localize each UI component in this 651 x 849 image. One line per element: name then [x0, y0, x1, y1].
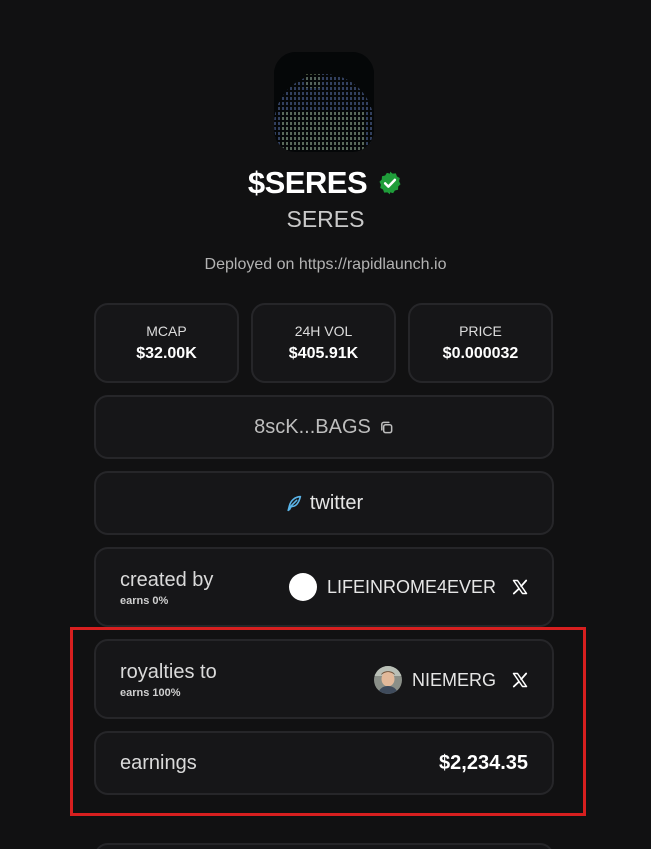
- stat-label: MCAP: [146, 323, 187, 339]
- feather-icon: [287, 495, 302, 511]
- contract-address: 8scK...BAGS: [254, 415, 371, 438]
- stat-value: $0.000032: [442, 345, 519, 362]
- royalties-username[interactable]: NIEMERG: [412, 670, 496, 691]
- royalties-label: royalties to: [120, 661, 217, 683]
- copy-icon[interactable]: [379, 420, 394, 435]
- token-ticker: $SERES: [247, 165, 368, 200]
- twitter-label: twitter: [309, 491, 364, 514]
- token-name: SERES: [286, 206, 365, 232]
- earnings-label: earnings: [120, 752, 197, 774]
- twitter-link[interactable]: twitter: [94, 471, 554, 535]
- verified-check-icon: [379, 171, 401, 195]
- royalties-profile-link[interactable]: NIEMERG: [373, 666, 528, 694]
- royalties-avatar: [373, 666, 402, 694]
- title-row: $SERES: [0, 164, 651, 202]
- token-page: $SERES SERES Deployed on https://rapidla…: [0, 0, 651, 849]
- earnings-amount: $2,234.35: [439, 752, 528, 774]
- stat-price: PRICE $0.000032: [408, 303, 553, 383]
- next-card: [94, 843, 554, 849]
- creator-profile-link[interactable]: LIFEINROME4EVER: [288, 573, 528, 601]
- stat-value: $405.91K: [288, 345, 359, 362]
- creator-username[interactable]: LIFEINROME4EVER: [327, 577, 496, 598]
- stat-24h-vol: 24H VOL $405.91K: [251, 303, 396, 383]
- royalties-card: royalties to earns 100% NIEMERG: [94, 639, 554, 719]
- x-logo-icon[interactable]: [512, 579, 528, 595]
- token-logo: [274, 52, 374, 152]
- created-by-label: created by: [120, 569, 214, 591]
- stat-mcap: MCAP $32.00K: [94, 303, 239, 383]
- stat-value: $32.00K: [136, 345, 197, 362]
- royalties-earns: earns 100%: [120, 687, 181, 699]
- created-by-card: created by earns 0% LIFEINROME4EVER: [94, 547, 554, 627]
- x-logo-icon[interactable]: [512, 672, 528, 688]
- contract-address-button[interactable]: 8scK...BAGS: [94, 395, 554, 459]
- creator-earns: earns 0%: [120, 595, 169, 607]
- deployed-on-text: Deployed on https://rapidlaunch.io: [204, 256, 447, 273]
- stat-label: 24H VOL: [294, 323, 353, 339]
- earnings-card: earnings $2,234.35: [94, 731, 554, 795]
- creator-avatar: [288, 573, 317, 601]
- stat-label: PRICE: [459, 323, 502, 339]
